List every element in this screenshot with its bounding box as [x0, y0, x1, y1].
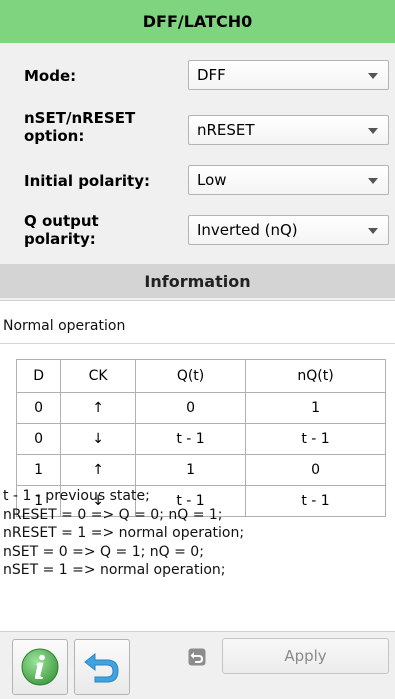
q-output-polarity-label-line2: polarity:	[24, 230, 96, 248]
information-divider	[0, 343, 395, 344]
truth-table-header: Q(t)	[135, 359, 247, 393]
note-line: nRESET = 1 => normal operation;	[3, 525, 245, 541]
table-cell: ↑	[60, 454, 137, 486]
chevron-down-icon	[368, 228, 378, 234]
table-cell: t - 1	[245, 485, 386, 517]
nset-option-label-line1: nSET/nRESET	[24, 109, 136, 127]
information-notes: t - 1 - previous state; nRESET = 0 => Q …	[3, 487, 244, 580]
footer-toolbar: Apply	[0, 634, 395, 699]
undo-icon	[84, 652, 119, 683]
initial-polarity-row: Initial polarity: Low	[0, 165, 395, 195]
table-row: 0 ↑ 0 1	[15, 392, 386, 424]
nset-option-label: nSET/nRESET option:	[24, 109, 135, 145]
nset-option-row: nSET/nRESET option: nRESET	[0, 109, 395, 147]
mode-label: Mode:	[24, 67, 77, 85]
table-row: 1 ↑ 1 0	[15, 454, 386, 486]
table-cell: 1	[135, 454, 247, 486]
information-caption: Normal operation	[3, 318, 126, 334]
q-output-polarity-label: Q output polarity:	[24, 212, 99, 248]
note-line: t - 1 - previous state;	[3, 488, 150, 504]
nset-option-label-line2: option:	[24, 127, 85, 145]
information-panel: Normal operation D CK Q(t) nQ(t) 0 ↑ 0 1…	[0, 300, 395, 632]
chevron-down-icon	[368, 128, 378, 134]
note-line: nSET = 0 => Q = 1; nQ = 0;	[3, 543, 204, 560]
mode-row: Mode: DFF	[0, 60, 395, 90]
chevron-down-icon	[368, 73, 378, 79]
panel-title-bar: DFF/LATCH0	[0, 0, 395, 43]
table-cell: ↓	[60, 423, 137, 455]
info-button[interactable]	[12, 639, 68, 695]
q-output-polarity-row: Q output polarity: Inverted (nQ)	[0, 210, 395, 250]
info-icon	[21, 648, 59, 686]
initial-polarity-label: Initial polarity:	[24, 172, 150, 190]
chevron-down-icon	[368, 178, 378, 184]
q-output-polarity-label-line1: Q output	[24, 212, 99, 230]
note-line: nSET = 1 => normal operation;	[3, 562, 226, 578]
note-line: nRESET = 0 => Q = 0; nQ = 1;	[3, 506, 223, 523]
table-cell: 1	[245, 392, 386, 424]
small-undo-icon	[188, 648, 206, 666]
truth-table-header: CK	[60, 359, 137, 393]
truth-table-header-row: D CK Q(t) nQ(t)	[15, 359, 386, 393]
table-cell: t - 1	[135, 423, 247, 455]
q-output-polarity-select-value: Inverted (nQ)	[197, 221, 298, 239]
table-cell: t - 1	[245, 423, 386, 455]
table-row: 0 ↓ t - 1 t - 1	[15, 423, 386, 455]
mode-select[interactable]: DFF	[188, 60, 389, 90]
table-cell: ↑	[60, 392, 137, 424]
truth-table-header: D	[15, 359, 62, 393]
information-header-label: Information	[144, 271, 251, 291]
undo-button[interactable]	[74, 639, 130, 695]
table-cell: 1	[15, 454, 62, 486]
apply-button-label: Apply	[284, 647, 327, 665]
information-header: Information	[0, 264, 395, 298]
table-cell: 0	[15, 423, 62, 455]
nset-option-select[interactable]: nRESET	[188, 115, 389, 145]
table-cell: 0	[15, 392, 62, 424]
initial-polarity-select[interactable]: Low	[188, 165, 389, 195]
panel-title: DFF/LATCH0	[142, 12, 253, 31]
apply-button[interactable]: Apply	[222, 638, 389, 674]
truth-table-header: nQ(t)	[245, 359, 386, 393]
mode-select-value: DFF	[197, 66, 226, 84]
table-cell: 0	[245, 454, 386, 486]
nset-option-select-value: nRESET	[197, 121, 255, 139]
q-output-polarity-select[interactable]: Inverted (nQ)	[188, 215, 389, 245]
table-cell: 0	[135, 392, 247, 424]
initial-polarity-select-value: Low	[197, 171, 227, 189]
